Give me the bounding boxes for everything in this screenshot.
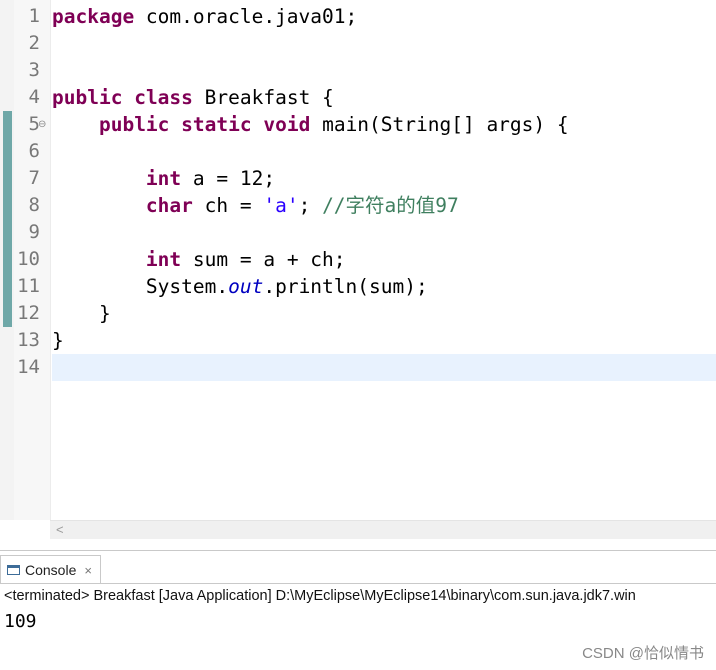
code-token: ch =: [192, 194, 264, 217]
code-token: System.: [52, 275, 229, 298]
code-token: static: [181, 113, 252, 136]
code-token: main(String[] args) {: [310, 113, 569, 136]
code-token: //字符a的值97: [322, 194, 459, 217]
code-line: public class Breakfast {: [52, 84, 334, 111]
console-output: 109: [4, 611, 37, 632]
code-token: package: [52, 5, 135, 28]
code-token: }: [52, 302, 111, 325]
code-token: ;: [298, 194, 323, 217]
code-token: a = 12;: [181, 167, 276, 190]
code-token: 'a': [263, 194, 299, 217]
code-token: void: [263, 113, 311, 136]
line-number: 6: [28, 140, 40, 162]
code-line: package com.oracle.java01;: [52, 3, 357, 30]
console-status: <terminated> Breakfast [Java Application…: [4, 588, 636, 604]
current-line-highlight: [52, 354, 716, 381]
line-number: 1: [28, 5, 40, 27]
change-indicator: [3, 111, 12, 327]
code-token: class: [134, 86, 193, 109]
code-token: int: [145, 167, 182, 190]
code-token: char: [145, 194, 193, 217]
line-number-gutter: 1 2 3 4 5 6 7 8 9 10 11 12 13 14 ⊖: [14, 0, 51, 520]
code-token: sum = a + ch;: [181, 248, 346, 271]
tab-console[interactable]: Console ×: [0, 555, 101, 584]
line-number: 14: [17, 356, 40, 378]
tab-divider: [0, 583, 716, 584]
code-line: System.out.println(sum);: [52, 273, 428, 300]
line-number: 8: [28, 194, 40, 216]
line-number: 10: [17, 248, 40, 270]
fold-collapse-icon[interactable]: ⊖: [38, 111, 46, 138]
horizontal-scrollbar[interactable]: <: [50, 520, 716, 539]
line-number: 11: [17, 275, 40, 297]
code-token: int: [145, 248, 182, 271]
code-line: char ch = 'a'; //字符a的值97: [52, 192, 459, 219]
line-number: 9: [28, 221, 40, 243]
overview-ruler: [0, 0, 14, 520]
console-icon: [7, 565, 20, 575]
line-number: 13: [17, 329, 40, 351]
code-line: }: [52, 300, 111, 327]
code-token: Breakfast {: [192, 86, 334, 109]
code-line: public static void main(String[] args) {: [52, 111, 569, 138]
code-editor[interactable]: 1 2 3 4 5 6 7 8 9 10 11 12 13 14 ⊖ package com.oracle.…: [0, 0, 716, 543]
code-token: com.oracle.java01;: [134, 5, 358, 28]
line-number: 12: [17, 302, 40, 324]
code-token: }: [52, 329, 64, 352]
code-line: }: [52, 327, 64, 354]
code-token: .println(sum);: [263, 275, 428, 298]
close-icon[interactable]: ×: [84, 563, 92, 578]
tab-console-label: Console: [25, 562, 77, 578]
code-token: public: [52, 86, 123, 109]
scroll-left-arrow-icon[interactable]: <: [56, 521, 64, 539]
watermark: CSDN @恰似情书: [582, 645, 704, 662]
code-token: public: [98, 113, 170, 136]
code-token: out: [228, 275, 264, 298]
line-number: 4: [28, 86, 40, 108]
code-line: int a = 12;: [52, 165, 275, 192]
code-line: int sum = a + ch;: [52, 246, 346, 273]
line-number: 2: [28, 32, 40, 54]
line-number: 7: [28, 167, 40, 189]
line-number: 3: [28, 59, 40, 81]
